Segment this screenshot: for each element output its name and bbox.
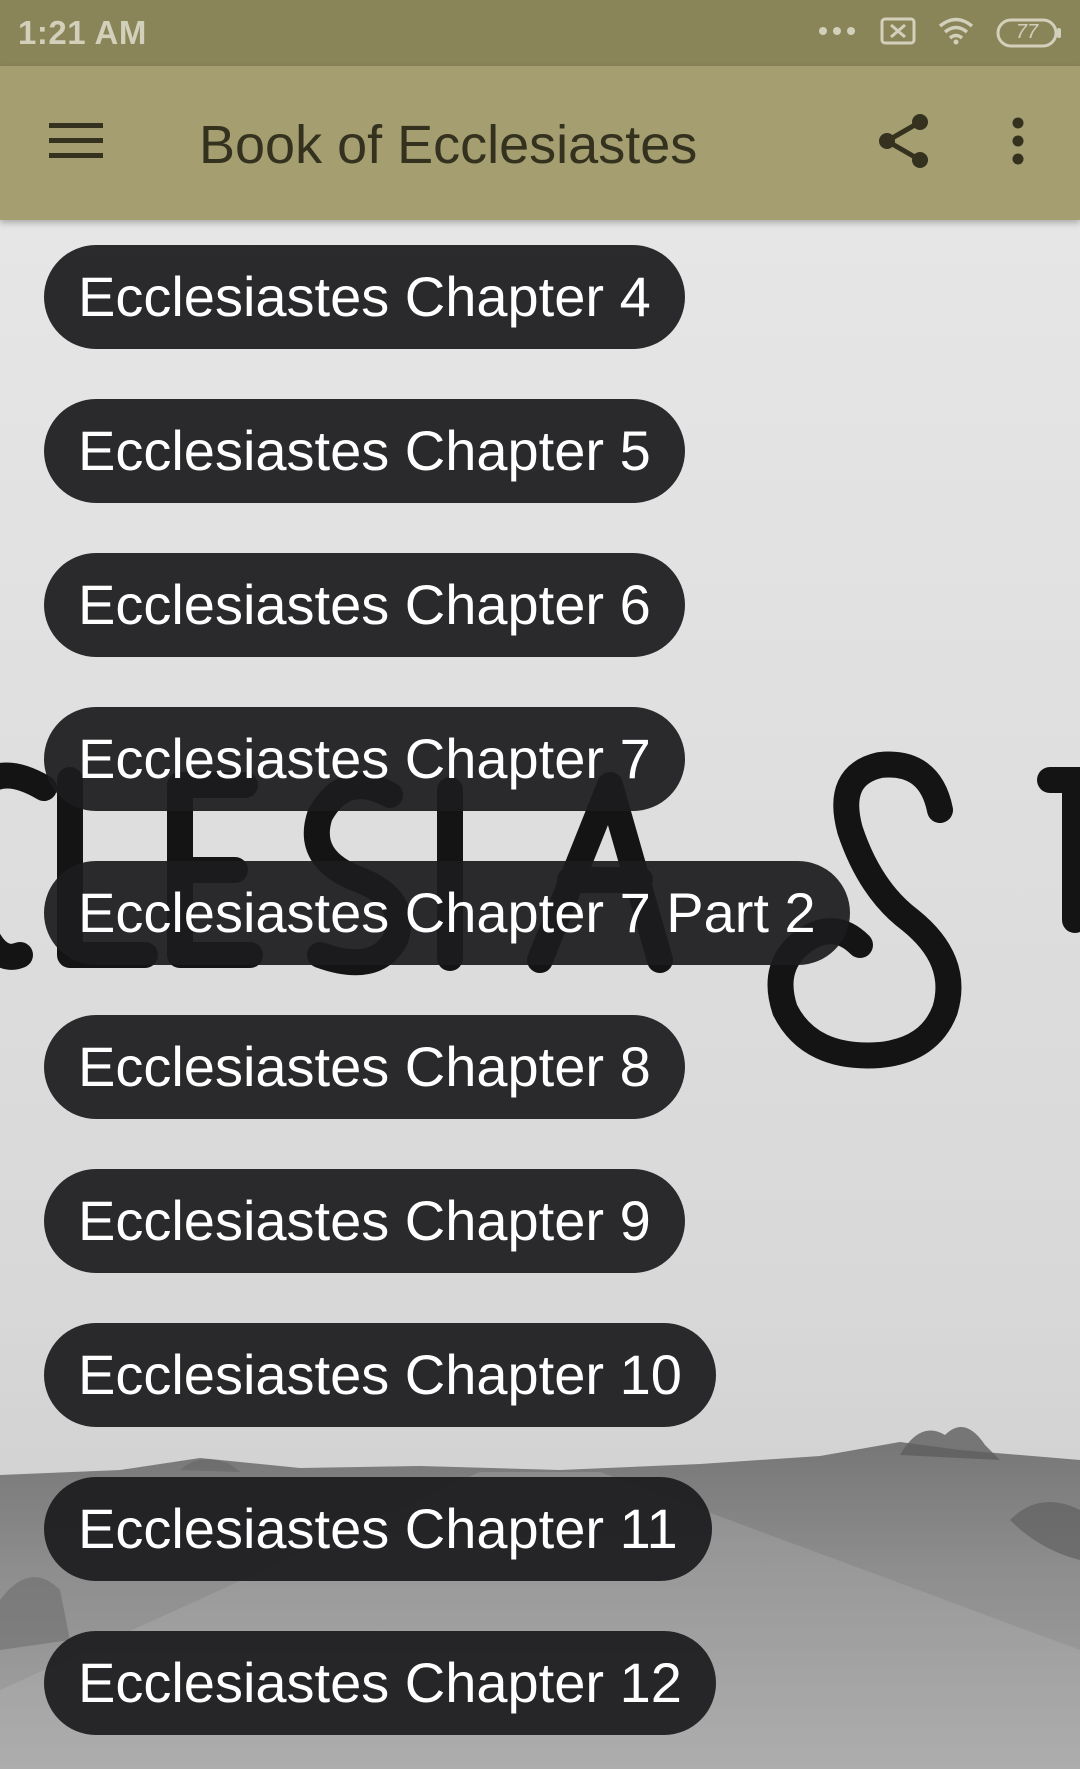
status-bar: 1:21 AM 77: [0, 0, 1080, 66]
chapter-button-8[interactable]: Ecclesiastes Chapter 8: [44, 1015, 685, 1119]
chapter-button-5[interactable]: Ecclesiastes Chapter 5: [44, 399, 685, 503]
battery-icon: 77: [996, 18, 1062, 48]
chapter-button-label: Ecclesiastes Chapter 5: [78, 419, 651, 482]
chapter-button-label: Ecclesiastes Chapter 6: [78, 573, 651, 636]
chapter-button-4[interactable]: Ecclesiastes Chapter 4: [44, 245, 685, 349]
more-options-button[interactable]: [990, 106, 1046, 180]
status-icons: 77: [818, 16, 1062, 50]
page-title: Book of Ecclesiastes: [199, 115, 698, 175]
chapter-button-label: Ecclesiastes Chapter 9: [78, 1189, 651, 1252]
chapter-button-label: Ecclesiastes Chapter 8: [78, 1035, 651, 1098]
status-time: 1:21 AM: [18, 14, 147, 51]
app-bar: Book of Ecclesiastes: [0, 66, 1080, 220]
chapter-button-7[interactable]: Ecclesiastes Chapter 7: [44, 707, 685, 811]
chapter-button-label: Ecclesiastes Chapter 7 Part 2: [78, 881, 816, 944]
chapter-button-9[interactable]: Ecclesiastes Chapter 9: [44, 1169, 685, 1273]
share-icon: [877, 112, 931, 175]
more-notifications-icon: [818, 24, 858, 42]
chapter-button-label: Ecclesiastes Chapter 4: [78, 265, 651, 328]
chapter-button-10[interactable]: Ecclesiastes Chapter 10: [44, 1323, 716, 1427]
hamburger-menu-icon: [49, 121, 103, 166]
chapter-button-label: Ecclesiastes Chapter 12: [78, 1651, 682, 1714]
share-button[interactable]: [868, 106, 940, 180]
more-vertical-icon: [1011, 117, 1025, 170]
chapter-button-label: Ecclesiastes Chapter 10: [78, 1343, 682, 1406]
chapter-button-11[interactable]: Ecclesiastes Chapter 11: [44, 1477, 712, 1581]
battery-level: 77: [1015, 21, 1039, 43]
chapter-button-label: Ecclesiastes Chapter 7: [78, 727, 651, 790]
chapter-button-7-part-2[interactable]: Ecclesiastes Chapter 7 Part 2: [44, 861, 850, 965]
wifi-icon: [938, 17, 974, 50]
chapter-button-6[interactable]: Ecclesiastes Chapter 6: [44, 553, 685, 657]
no-sim-icon: [880, 17, 916, 50]
chapter-button-label: Ecclesiastes Chapter 11: [78, 1497, 678, 1560]
app-screen: 1:21 AM 77 Book of Ecclesiastes Ecclesia…: [0, 0, 1080, 1769]
chapter-button-12[interactable]: Ecclesiastes Chapter 12: [44, 1631, 716, 1735]
menu-button[interactable]: [36, 106, 116, 180]
